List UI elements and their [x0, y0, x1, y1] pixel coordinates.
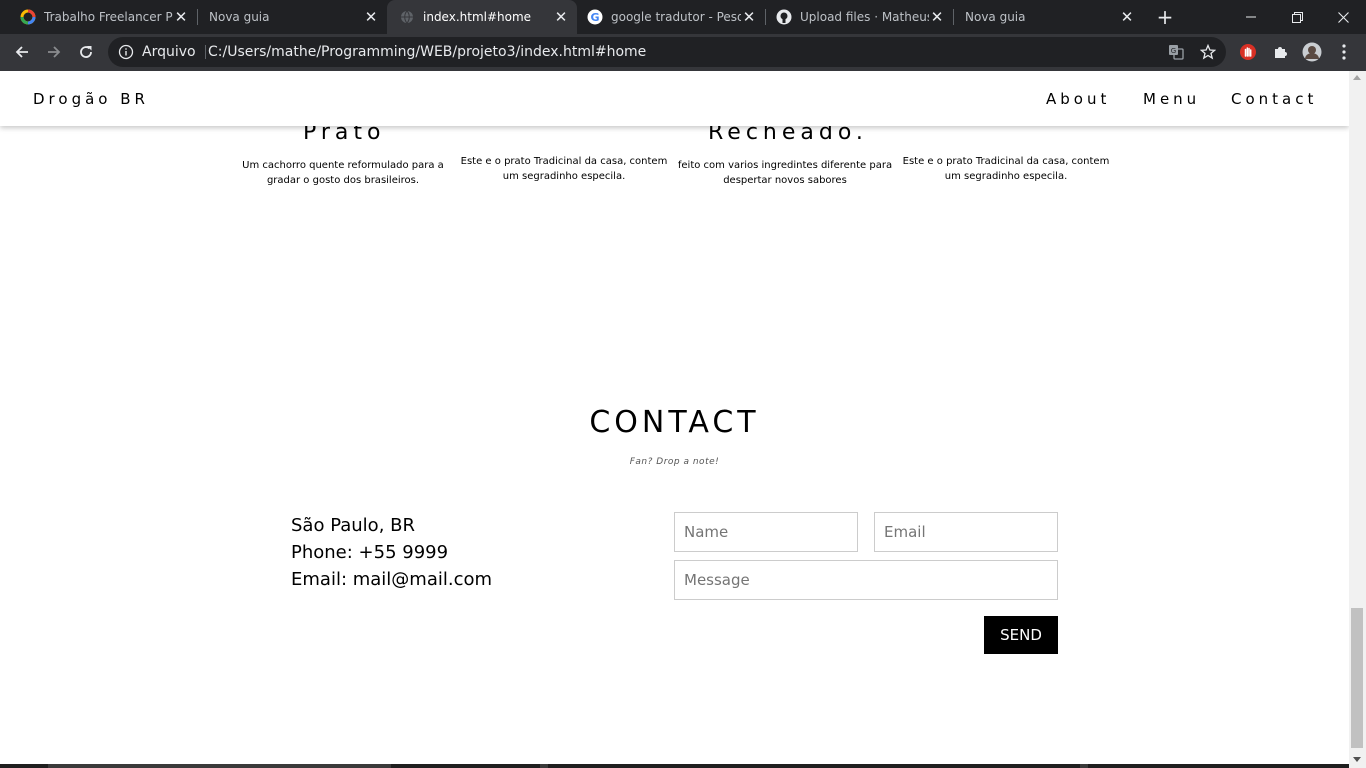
reload-icon — [80, 46, 92, 58]
extensions-puzzle-icon[interactable] — [1270, 42, 1290, 62]
tab-title: index.html#home — [423, 10, 532, 24]
svg-text:G: G — [590, 11, 599, 24]
reload-button[interactable] — [74, 40, 98, 64]
restore-icon — [1291, 11, 1303, 23]
contact-subtitle: Fan? Drop a note! — [629, 457, 720, 467]
close-icon[interactable]: ✕ — [363, 8, 379, 26]
star-icon[interactable] — [1199, 43, 1217, 60]
close-icon[interactable]: ✕ — [1119, 8, 1135, 26]
window-close-button[interactable] — [1320, 0, 1366, 34]
site-navbar: Drogão BR About Menu Contact — [0, 71, 1349, 126]
close-icon[interactable]: ✕ — [929, 8, 945, 26]
tab-freelancer[interactable]: Trabalho Freelancer Por ✕ — [0, 0, 197, 34]
github-icon — [776, 9, 792, 25]
forward-button[interactable] — [42, 40, 66, 64]
close-icon[interactable]: ✕ — [741, 8, 757, 26]
message-input[interactable] — [674, 560, 1058, 600]
nav-link-about[interactable]: About — [1046, 90, 1110, 108]
site-brand-link[interactable]: Drogão BR — [33, 90, 149, 108]
dish-description-line: Este e o prato Tradicinal da casa, conte… — [902, 156, 1110, 167]
contact-email: Email: mail@mail.com — [291, 569, 493, 590]
dish-description-line: Este e o prato Tradicinal da casa, conte… — [460, 156, 668, 167]
dish-description-line: um segradinho especila. — [944, 171, 1068, 182]
tab-google-tradutor[interactable]: G google tradutor - Pesqu ✕ — [577, 0, 765, 34]
omnibox-divider — [205, 45, 206, 59]
close-icon[interactable]: ✕ — [173, 8, 189, 26]
kebab-menu-icon[interactable] — [1334, 42, 1354, 62]
arrow-right-icon — [48, 46, 61, 58]
info-icon[interactable] — [118, 44, 134, 60]
minimize-button[interactable] — [1228, 0, 1274, 34]
globe-icon — [399, 9, 415, 25]
tab-title: Trabalho Freelancer Por — [44, 10, 173, 24]
back-button[interactable] — [10, 40, 34, 64]
page-scrollbar[interactable] — [1349, 71, 1366, 768]
colorful-ring-icon — [20, 9, 36, 25]
dish-description-line: gradar o gosto dos brasileiros. — [266, 175, 420, 186]
dish-description: Este e o prato Tradicinal da casa, conte… — [456, 154, 672, 184]
profile-avatar-icon[interactable] — [1302, 42, 1322, 62]
tab-index-html[interactable]: index.html#home ✕ — [387, 0, 577, 34]
arrow-left-icon — [15, 46, 28, 58]
contact-heading: CONTACT — [589, 405, 760, 440]
nav-link-menu[interactable]: Menu — [1143, 90, 1200, 108]
email-input[interactable] — [874, 512, 1058, 552]
scroll-up-arrow-icon[interactable] — [1353, 75, 1361, 80]
new-tab-button[interactable]: + — [1155, 7, 1175, 27]
dish-description-line: feito com varios ingredintes diferente p… — [677, 160, 893, 171]
address-bar[interactable]: Arquivo C:/Users/mathe/Programming/WEB/p… — [108, 37, 1226, 67]
scroll-down-arrow-icon[interactable] — [1353, 757, 1361, 762]
browser-toolbar: Arquivo C:/Users/mathe/Programming/WEB/p… — [0, 34, 1366, 71]
dish-description-line: um segradinho especila. — [502, 171, 626, 182]
minimize-icon — [1246, 16, 1256, 18]
close-icon[interactable]: ✕ — [553, 8, 569, 26]
browser-tab-strip: Trabalho Freelancer Por ✕ Nova guia ✕ in… — [0, 0, 1366, 34]
taskbar-edge — [0, 764, 1349, 768]
translate-icon[interactable]: G — [1168, 44, 1184, 60]
dish-description: Um cachorro quente reformulado para a gr… — [236, 158, 450, 188]
tab-title: google tradutor - Pesqu — [611, 10, 741, 24]
contact-location: São Paulo, BR — [291, 515, 415, 536]
restore-button[interactable] — [1274, 0, 1320, 34]
send-button[interactable]: SEND — [984, 616, 1058, 654]
window-close-icon — [1337, 11, 1349, 23]
page-viewport: Prato Um cachorro quente reformulado par… — [0, 71, 1349, 768]
contact-phone: Phone: +55 9999 — [291, 542, 449, 563]
tab-nova-guia-2[interactable]: Nova guia ✕ — [953, 0, 1143, 34]
dish-description-line: despertar novos sabores — [723, 175, 847, 186]
tab-title: Upload files · Matheus- — [800, 10, 929, 24]
google-icon: G — [587, 9, 603, 25]
dish-description: Este e o prato Tradicinal da casa, conte… — [898, 154, 1114, 184]
name-input[interactable] — [674, 512, 858, 552]
tab-upload-files[interactable]: Upload files · Matheus- ✕ — [765, 0, 953, 34]
dish-description-line: Um cachorro quente reformulado para a — [242, 160, 444, 171]
nav-link-contact[interactable]: Contact — [1231, 90, 1317, 108]
url-text[interactable]: C:/Users/mathe/Programming/WEB/projeto3/… — [208, 44, 646, 60]
adblock-hand-icon[interactable] — [1238, 42, 1258, 62]
dish-description: feito com varios ingredintes diferente p… — [674, 158, 896, 188]
tab-nova-guia[interactable]: Nova guia ✕ — [197, 0, 387, 34]
svg-text:G: G — [1171, 47, 1176, 55]
file-scheme-label: Arquivo — [142, 44, 196, 60]
tab-title: Nova guia — [965, 10, 1026, 24]
scrollbar-thumb[interactable] — [1351, 608, 1363, 748]
tab-title: Nova guia — [209, 10, 270, 24]
